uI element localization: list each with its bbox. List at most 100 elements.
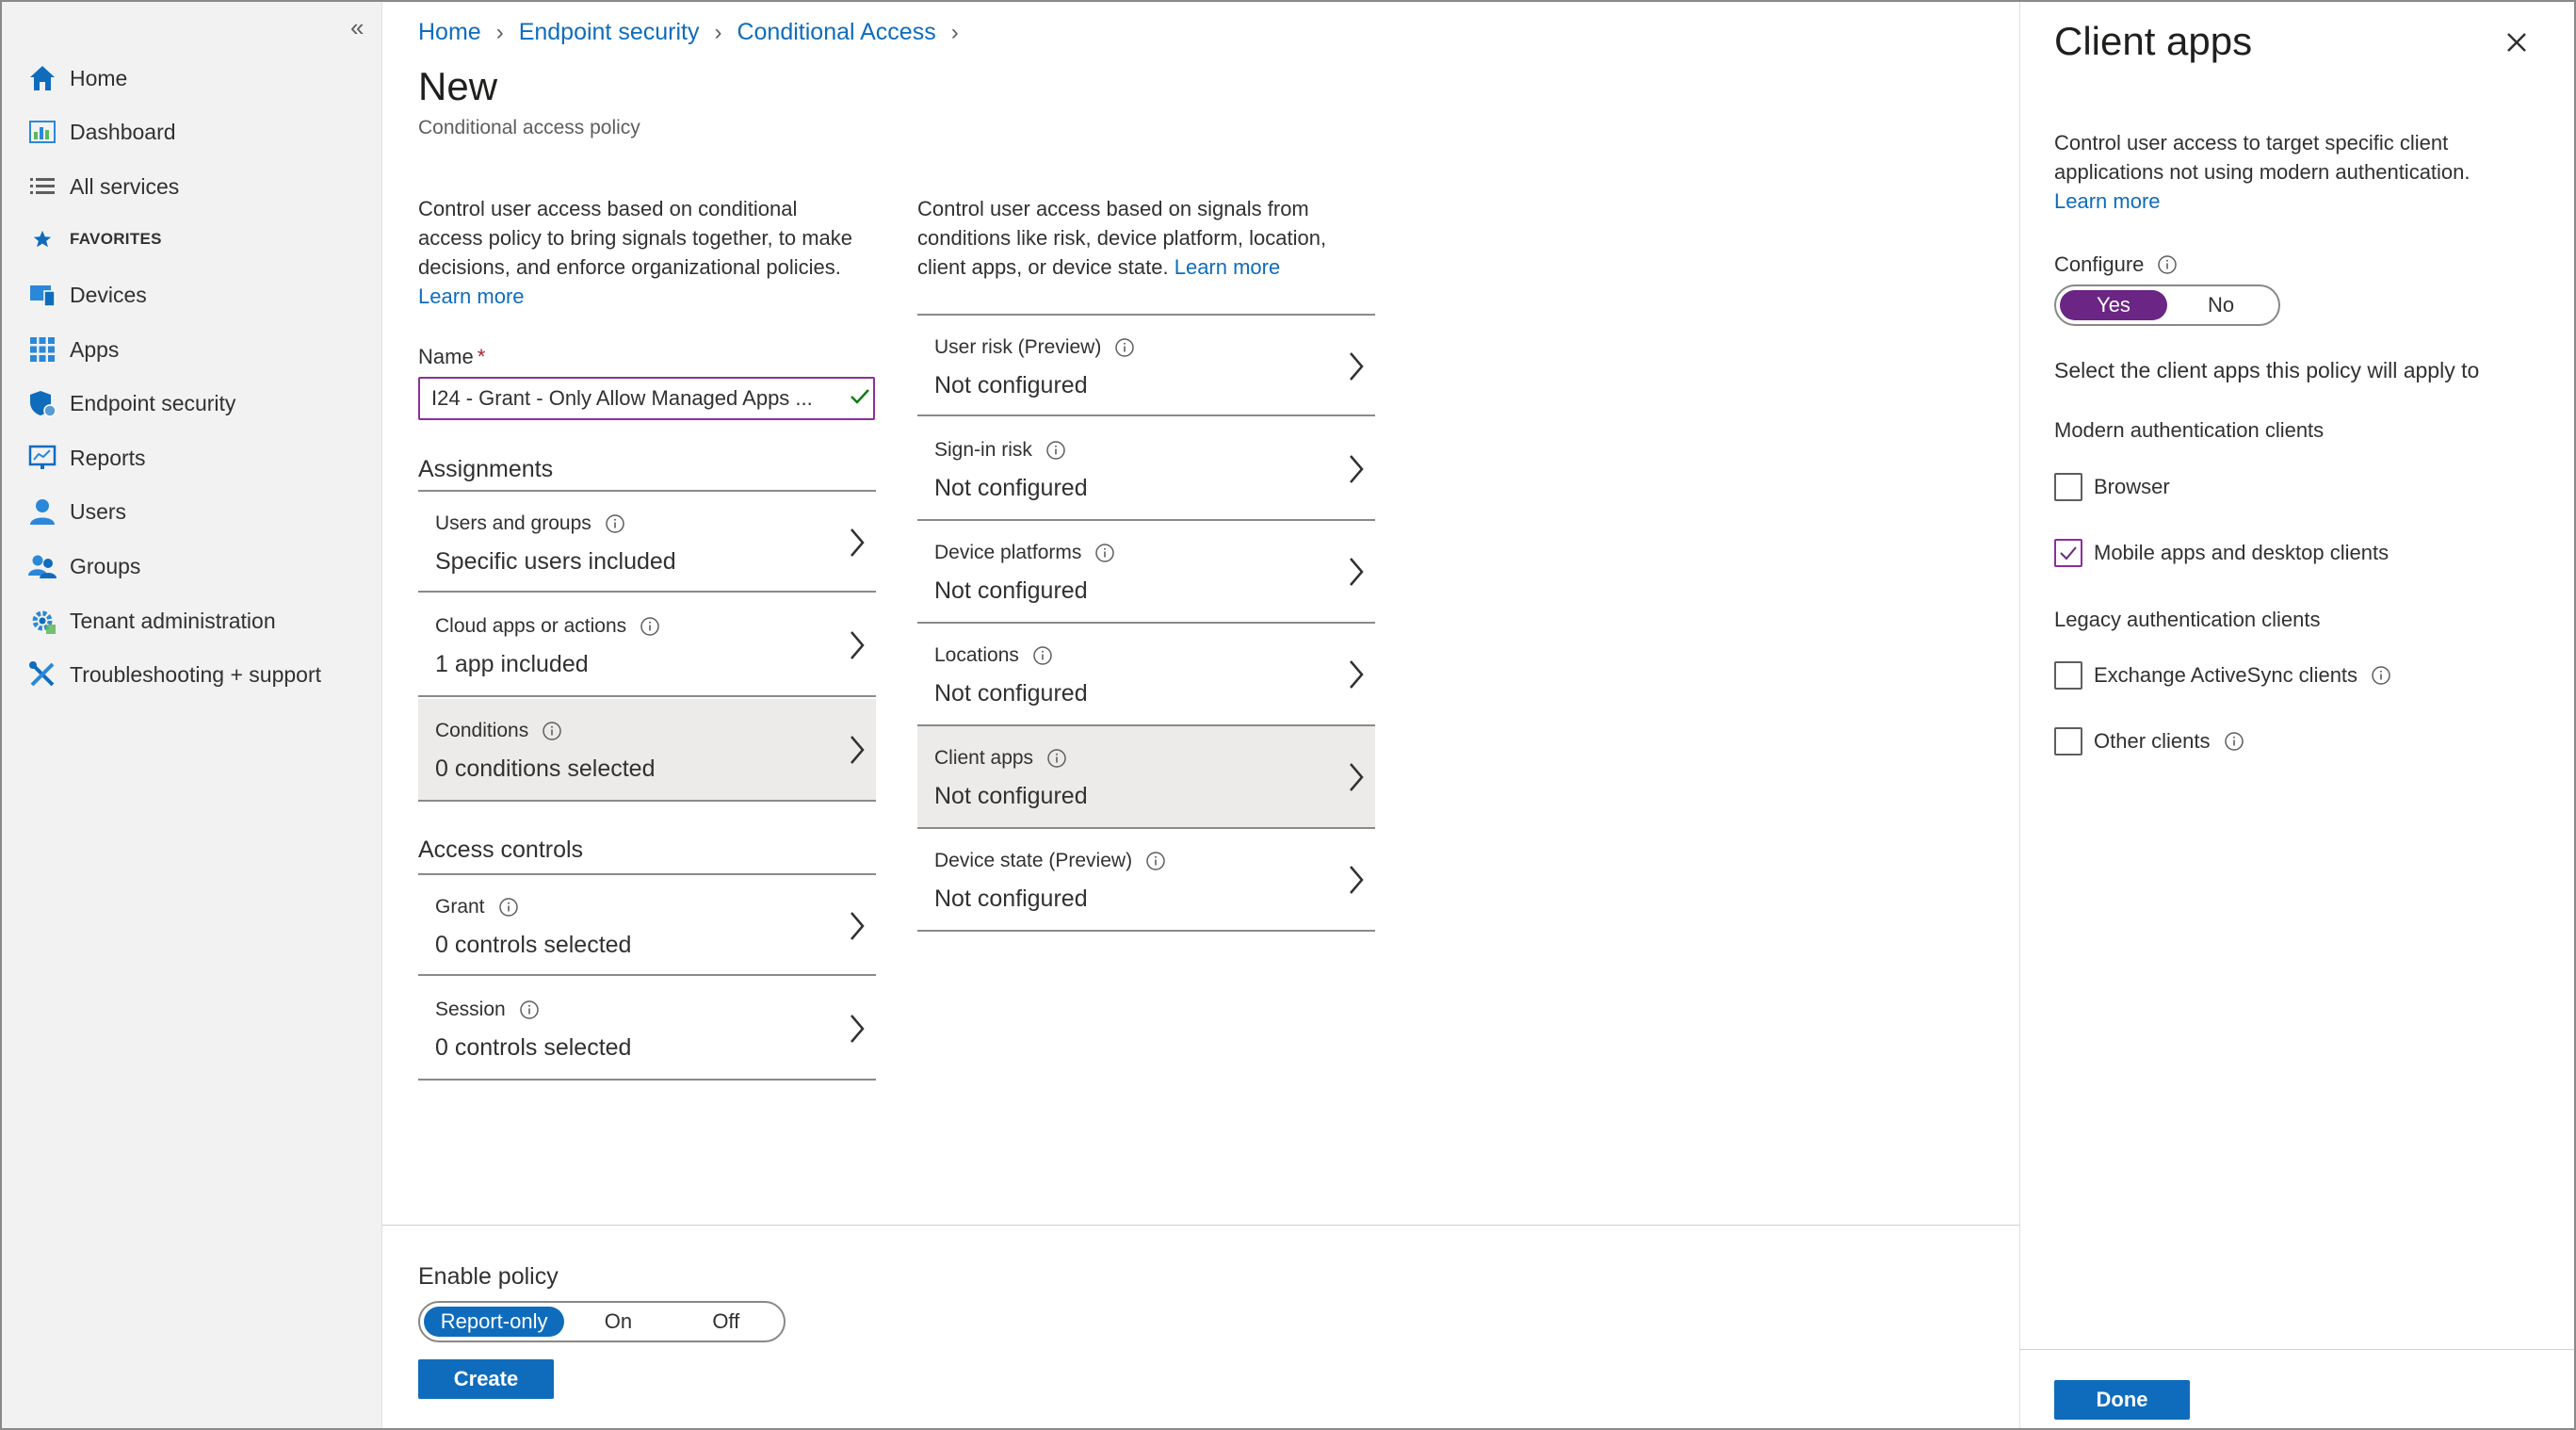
toggle-no[interactable]: No — [2167, 290, 2275, 320]
star-icon — [26, 223, 58, 255]
row-label-wrap: Device state (Preview) — [934, 850, 1166, 872]
sidebar-item-label: Dashboard — [70, 119, 176, 144]
row-value: Not configured — [934, 372, 1088, 398]
row-sign-in-risk[interactable]: Sign-in risk Not configured — [917, 418, 1375, 521]
breadcrumb-endpoint-security[interactable]: Endpoint security — [519, 19, 700, 46]
row-label: Device platforms — [934, 542, 1082, 563]
row-device-state[interactable]: Device state (Preview) Not configured — [917, 829, 1375, 932]
row-session[interactable]: Session 0 controls selected — [418, 978, 876, 1081]
info-icon[interactable] — [519, 999, 540, 1020]
sidebar-item-apps[interactable]: Apps — [26, 325, 119, 374]
enable-policy-toggle: Report-only On Off — [418, 1301, 786, 1342]
row-device-platforms[interactable]: Device platforms Not configured — [917, 521, 1375, 624]
collapse-sidebar-icon[interactable]: « — [350, 13, 364, 42]
info-icon[interactable] — [498, 897, 519, 918]
toggle-report-only[interactable]: Report-only — [424, 1307, 565, 1337]
toggle-off[interactable]: Off — [672, 1307, 780, 1337]
row-grant[interactable]: Grant 0 controls selected — [418, 873, 876, 976]
sidebar-item-label: Endpoint security — [70, 390, 236, 415]
tenant-admin-icon — [26, 605, 58, 637]
chevron-right-icon: › — [714, 19, 722, 45]
learn-more-link[interactable]: Learn more — [418, 284, 525, 308]
panel-title: Client apps — [2054, 19, 2253, 63]
chevron-right-icon — [1350, 866, 1364, 894]
sidebar-item-home[interactable]: Home — [26, 54, 127, 103]
sidebar-item-devices[interactable]: Devices — [26, 270, 147, 319]
row-cloud-apps[interactable]: Cloud apps or actions 1 app included — [418, 594, 876, 697]
row-label: Users and groups — [435, 512, 591, 534]
sidebar-item-tenant-administration[interactable]: Tenant administration — [26, 596, 276, 645]
favorites-header: FAVORITES — [26, 215, 162, 264]
checkbox-exchange-activesync[interactable]: Exchange ActiveSync clients — [2054, 661, 2391, 690]
info-icon[interactable] — [2371, 665, 2391, 686]
name-field-label: Name * — [418, 345, 485, 369]
reports-icon — [26, 442, 58, 474]
sidebar-item-endpoint-security[interactable]: Endpoint security — [26, 379, 235, 428]
sidebar-item-label: Home — [70, 65, 128, 90]
info-icon[interactable] — [1045, 440, 1066, 461]
checkbox[interactable] — [2054, 473, 2082, 501]
panel-description: Control user access to target specific c… — [2054, 128, 2553, 216]
learn-more-link[interactable]: Learn more — [1175, 255, 1281, 279]
sidebar-item-label: Tenant administration — [70, 608, 276, 633]
app-window: « Home Dashboard All services FAVORITES — [0, 0, 2576, 1430]
checkbox-mobile-desktop[interactable]: Mobile apps and desktop clients — [2054, 539, 2389, 567]
row-locations[interactable]: Locations Not configured — [917, 624, 1375, 726]
checkbox[interactable] — [2054, 661, 2082, 690]
close-icon[interactable] — [2503, 28, 2531, 57]
sidebar-item-dashboard[interactable]: Dashboard — [26, 107, 176, 156]
checkbox[interactable] — [2054, 727, 2082, 756]
done-button[interactable]: Done — [2054, 1380, 2190, 1420]
groups-icon — [26, 550, 58, 582]
intro-right: Control user access based on signals fro… — [917, 194, 1369, 282]
info-icon[interactable] — [2224, 731, 2244, 752]
toggle-yes[interactable]: Yes — [2060, 290, 2167, 320]
info-icon[interactable] — [1114, 337, 1135, 358]
info-icon[interactable] — [1032, 645, 1053, 666]
checkbox-label: Exchange ActiveSync clients — [2094, 663, 2358, 687]
breadcrumb-conditional-access[interactable]: Conditional Access — [737, 19, 935, 46]
intro-left-text: Control user access based on conditional… — [418, 197, 853, 279]
sidebar-item-reports[interactable]: Reports — [26, 433, 146, 482]
learn-more-link[interactable]: Learn more — [2054, 189, 2161, 213]
chevron-right-icon — [851, 1015, 865, 1043]
row-label: Grant — [435, 896, 485, 918]
info-icon[interactable] — [1145, 851, 1166, 871]
info-icon[interactable] — [2157, 254, 2178, 275]
assignments-title: Assignments — [418, 456, 554, 482]
info-icon[interactable] — [542, 721, 562, 741]
row-label-wrap: Locations — [934, 644, 1053, 667]
info-icon[interactable] — [1046, 748, 1067, 769]
breadcrumb-home[interactable]: Home — [418, 19, 481, 46]
shield-icon — [26, 387, 58, 419]
checkbox-other-clients[interactable]: Other clients — [2054, 727, 2244, 756]
row-value: 1 app included — [435, 651, 589, 677]
create-button[interactable]: Create — [418, 1359, 554, 1399]
info-icon[interactable] — [605, 513, 625, 534]
row-user-risk[interactable]: User risk (Preview) Not configured — [917, 314, 1375, 416]
row-value: Specific users included — [435, 548, 676, 575]
row-users-and-groups[interactable]: Users and groups Specific users included — [418, 490, 876, 593]
chevron-right-icon — [851, 912, 865, 940]
chevron-right-icon: › — [950, 19, 959, 45]
legacy-auth-title: Legacy authentication clients — [2054, 608, 2321, 631]
enable-policy-label: Enable policy — [418, 1263, 559, 1290]
row-conditions[interactable]: Conditions 0 conditions selected — [418, 699, 876, 802]
sidebar-item-users[interactable]: Users — [26, 487, 126, 536]
info-icon[interactable] — [1094, 543, 1115, 563]
sidebar-item-groups[interactable]: Groups — [26, 542, 140, 591]
policy-name-input[interactable] — [418, 377, 875, 420]
chevron-right-icon: › — [495, 19, 504, 45]
row-client-apps[interactable]: Client apps Not configured — [917, 726, 1375, 829]
sidebar-item-label: Troubleshooting + support — [70, 661, 322, 687]
checkbox-browser[interactable]: Browser — [2054, 473, 2170, 501]
sidebar-item-troubleshooting[interactable]: Troubleshooting + support — [26, 650, 321, 699]
user-icon — [26, 496, 58, 528]
checkbox-checked[interactable] — [2054, 539, 2082, 567]
row-value: 0 controls selected — [435, 932, 632, 958]
toggle-on[interactable]: On — [564, 1307, 672, 1337]
intro-left: Control user access based on conditional… — [418, 194, 861, 311]
info-icon[interactable] — [640, 616, 660, 637]
sidebar-item-all-services[interactable]: All services — [26, 162, 179, 211]
chevron-right-icon — [1350, 763, 1364, 791]
